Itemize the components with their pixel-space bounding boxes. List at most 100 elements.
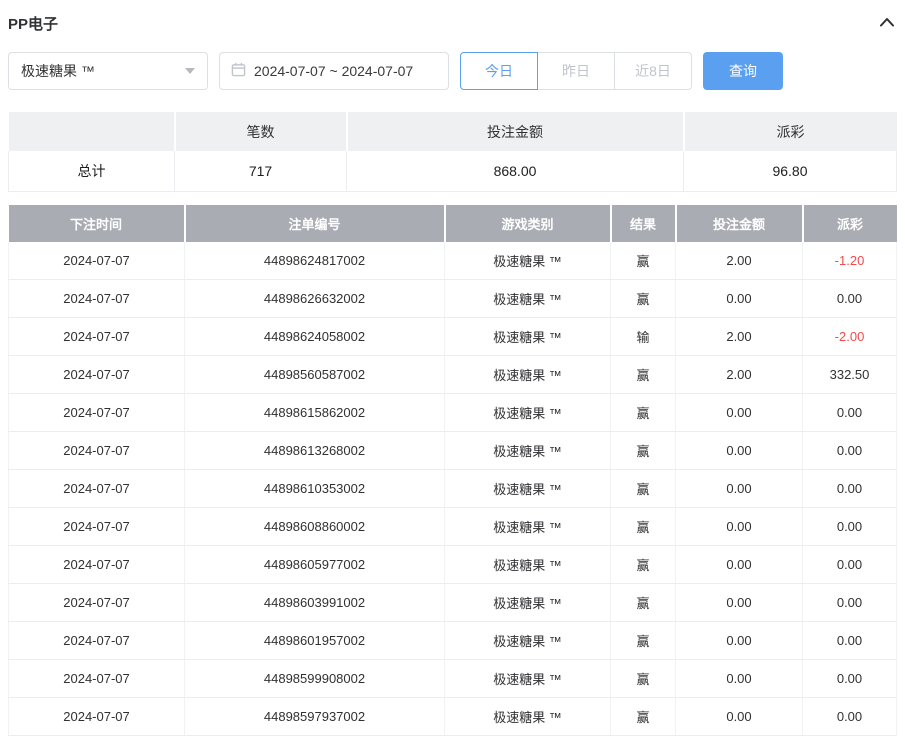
cell-payout: 0.00	[803, 584, 897, 622]
collapse-panel-button[interactable]	[877, 14, 897, 33]
header-bet-amount: 投注金额	[676, 205, 803, 242]
table-row: 2024-07-0744898599908002极速糖果 ™赢0.000.00	[9, 660, 897, 698]
summary-total-label: 总计	[9, 151, 175, 191]
cell-result: 赢	[611, 660, 676, 698]
cell-game-type: 极速糖果 ™	[445, 698, 611, 736]
cell-bet-time: 2024-07-07	[9, 470, 185, 508]
cell-bet-time: 2024-07-07	[9, 508, 185, 546]
cell-payout: 0.00	[803, 546, 897, 584]
cell-bet-amount: 0.00	[676, 508, 803, 546]
table-row: 2024-07-0744898608860002极速糖果 ™赢0.000.00	[9, 508, 897, 546]
cell-game-type: 极速糖果 ™	[445, 508, 611, 546]
cell-payout: 0.00	[803, 394, 897, 432]
chevron-down-icon	[185, 68, 195, 74]
cell-order-id: 44898608860002	[185, 508, 445, 546]
cell-result: 赢	[611, 546, 676, 584]
cell-bet-amount: 0.00	[676, 660, 803, 698]
filter-row: 极速糖果 ™ 2024-07-07 ~ 2024-07-07 今日 昨日 近8日…	[8, 52, 897, 90]
date-range-input[interactable]: 2024-07-07 ~ 2024-07-07	[219, 52, 449, 90]
cell-bet-amount: 0.00	[676, 470, 803, 508]
cell-order-id: 44898610353002	[185, 470, 445, 508]
cell-order-id: 44898597937002	[185, 698, 445, 736]
cell-result: 赢	[611, 242, 676, 280]
summary-total-payout: 96.80	[684, 151, 897, 191]
cell-order-id: 44898613268002	[185, 432, 445, 470]
table-row: 2024-07-0744898624058002极速糖果 ™输2.00-2.00	[9, 318, 897, 356]
cell-payout: -2.00	[803, 318, 897, 356]
summary-header-blank	[9, 112, 175, 151]
quick-date-button-group: 今日 昨日 近8日	[460, 52, 692, 90]
cell-bet-time: 2024-07-07	[9, 698, 185, 736]
cell-game-type: 极速糖果 ™	[445, 280, 611, 318]
summary-table: 笔数 投注金额 派彩 总计 717 868.00 96.80	[8, 112, 897, 192]
cell-order-id: 44898624817002	[185, 242, 445, 280]
summary-header-count: 笔数	[175, 112, 347, 151]
cell-bet-time: 2024-07-07	[9, 622, 185, 660]
cell-order-id: 44898599908002	[185, 660, 445, 698]
table-row: 2024-07-0744898624817002极速糖果 ™赢2.00-1.20	[9, 242, 897, 280]
chevron-up-icon	[879, 16, 895, 31]
cell-payout: 0.00	[803, 432, 897, 470]
cell-result: 赢	[611, 394, 676, 432]
game-select-value: 极速糖果 ™	[21, 61, 95, 81]
cell-payout: -1.20	[803, 242, 897, 280]
table-row: 2024-07-0744898603991002极速糖果 ™赢0.000.00	[9, 584, 897, 622]
table-row: 2024-07-0744898597937002极速糖果 ™赢0.000.00	[9, 698, 897, 736]
cell-bet-time: 2024-07-07	[9, 584, 185, 622]
cell-bet-time: 2024-07-07	[9, 432, 185, 470]
cell-payout: 0.00	[803, 470, 897, 508]
cell-result: 赢	[611, 698, 676, 736]
cell-game-type: 极速糖果 ™	[445, 242, 611, 280]
cell-bet-amount: 0.00	[676, 280, 803, 318]
header-payout: 派彩	[803, 205, 897, 242]
cell-bet-time: 2024-07-07	[9, 394, 185, 432]
table-row: 2024-07-0744898615862002极速糖果 ™赢0.000.00	[9, 394, 897, 432]
today-button[interactable]: 今日	[460, 52, 538, 90]
bet-records-table: 下注时间 注单编号 游戏类别 结果 投注金额 派彩 2024-07-074489…	[8, 205, 897, 736]
cell-order-id: 44898603991002	[185, 584, 445, 622]
cell-result: 输	[611, 318, 676, 356]
cell-order-id: 44898601957002	[185, 622, 445, 660]
header-order-id: 注单编号	[185, 205, 445, 242]
table-row: 2024-07-0744898601957002极速糖果 ™赢0.000.00	[9, 622, 897, 660]
summary-header-row: 笔数 投注金额 派彩	[9, 112, 897, 151]
table-row: 2024-07-0744898613268002极速糖果 ™赢0.000.00	[9, 432, 897, 470]
search-button[interactable]: 查询	[703, 52, 783, 90]
pp-electronic-panel: PP电子 极速糖果 ™ 2024-07-07 ~ 2024-07-07 今日 昨…	[0, 0, 905, 736]
summary-total-row: 总计 717 868.00 96.80	[9, 151, 897, 191]
cell-game-type: 极速糖果 ™	[445, 356, 611, 394]
header-bet-time: 下注时间	[9, 205, 185, 242]
cell-order-id: 44898626632002	[185, 280, 445, 318]
cell-bet-amount: 0.00	[676, 432, 803, 470]
cell-result: 赢	[611, 622, 676, 660]
cell-order-id: 44898615862002	[185, 394, 445, 432]
date-range-value: 2024-07-07 ~ 2024-07-07	[254, 63, 413, 79]
table-row: 2024-07-0744898560587002极速糖果 ™赢2.00332.5…	[9, 356, 897, 394]
table-row: 2024-07-0744898610353002极速糖果 ™赢0.000.00	[9, 470, 897, 508]
yesterday-button[interactable]: 昨日	[537, 52, 615, 90]
cell-game-type: 极速糖果 ™	[445, 394, 611, 432]
cell-bet-time: 2024-07-07	[9, 356, 185, 394]
cell-order-id: 44898560587002	[185, 356, 445, 394]
cell-game-type: 极速糖果 ™	[445, 318, 611, 356]
cell-bet-amount: 0.00	[676, 698, 803, 736]
cell-result: 赢	[611, 432, 676, 470]
panel-header: PP电子	[8, 0, 897, 46]
cell-bet-time: 2024-07-07	[9, 242, 185, 280]
cell-result: 赢	[611, 508, 676, 546]
cell-payout: 0.00	[803, 698, 897, 736]
cell-game-type: 极速糖果 ™	[445, 622, 611, 660]
cell-bet-amount: 2.00	[676, 356, 803, 394]
cell-result: 赢	[611, 280, 676, 318]
cell-order-id: 44898605977002	[185, 546, 445, 584]
bet-table-body: 2024-07-0744898624817002极速糖果 ™赢2.00-1.20…	[9, 242, 897, 736]
header-result: 结果	[611, 205, 676, 242]
cell-bet-amount: 2.00	[676, 242, 803, 280]
cell-payout: 0.00	[803, 660, 897, 698]
cell-bet-time: 2024-07-07	[9, 660, 185, 698]
table-row: 2024-07-0744898626632002极速糖果 ™赢0.000.00	[9, 280, 897, 318]
cell-bet-time: 2024-07-07	[9, 546, 185, 584]
last-8-days-button[interactable]: 近8日	[614, 52, 692, 90]
game-select[interactable]: 极速糖果 ™	[8, 52, 208, 90]
header-game-type: 游戏类别	[445, 205, 611, 242]
